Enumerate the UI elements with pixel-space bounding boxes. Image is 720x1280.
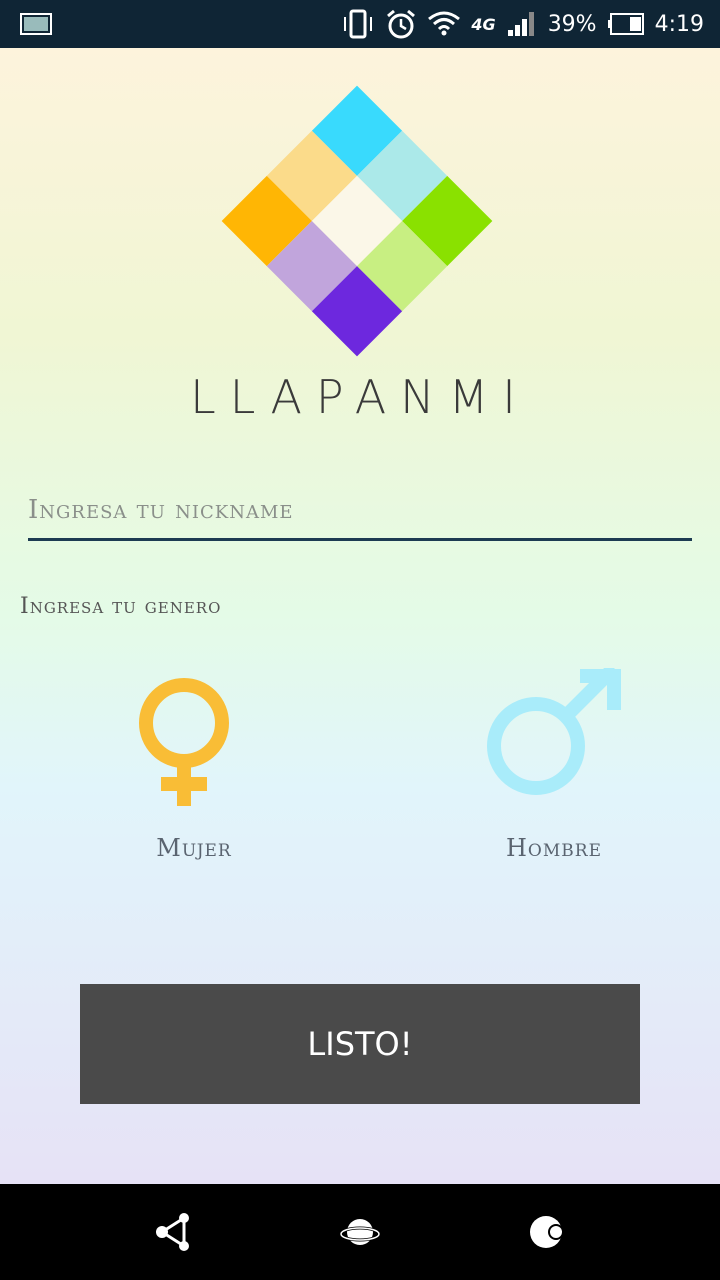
clock: 4:19 (654, 11, 704, 37)
battery-percent: 39% (547, 11, 597, 37)
app-screen: LLAPANMI Ingresa tu genero Mujer Hombre … (0, 48, 720, 1184)
share-icon[interactable] (154, 1212, 194, 1252)
nickname-field[interactable] (28, 488, 692, 541)
female-icon (139, 678, 229, 806)
nickname-input[interactable] (28, 488, 692, 532)
done-button[interactable]: LISTO! (80, 984, 640, 1104)
planet-icon[interactable] (340, 1212, 380, 1252)
signal-icon (507, 12, 534, 36)
brand-name: LLAPANMI (190, 370, 530, 424)
gender-option-male[interactable]: Hombre (454, 668, 654, 868)
image-icon (20, 13, 52, 35)
wifi-icon (428, 11, 461, 36)
navigation-bar (0, 1184, 720, 1280)
app-logo (221, 85, 493, 357)
network-type: 4G (471, 14, 496, 34)
male-icon (487, 668, 621, 795)
alarm-icon (387, 9, 416, 39)
battery-icon (607, 13, 644, 35)
gender-option-female[interactable]: Mujer (94, 668, 294, 868)
gender-label-female: Mujer (156, 834, 232, 862)
status-bar: 4G 39% 4:19 (0, 0, 720, 48)
vibrate-icon (344, 9, 373, 39)
moon-icon[interactable] (528, 1212, 568, 1252)
gender-prompt: Ingresa tu genero (20, 594, 222, 619)
gender-label-male: Hombre (506, 834, 602, 862)
